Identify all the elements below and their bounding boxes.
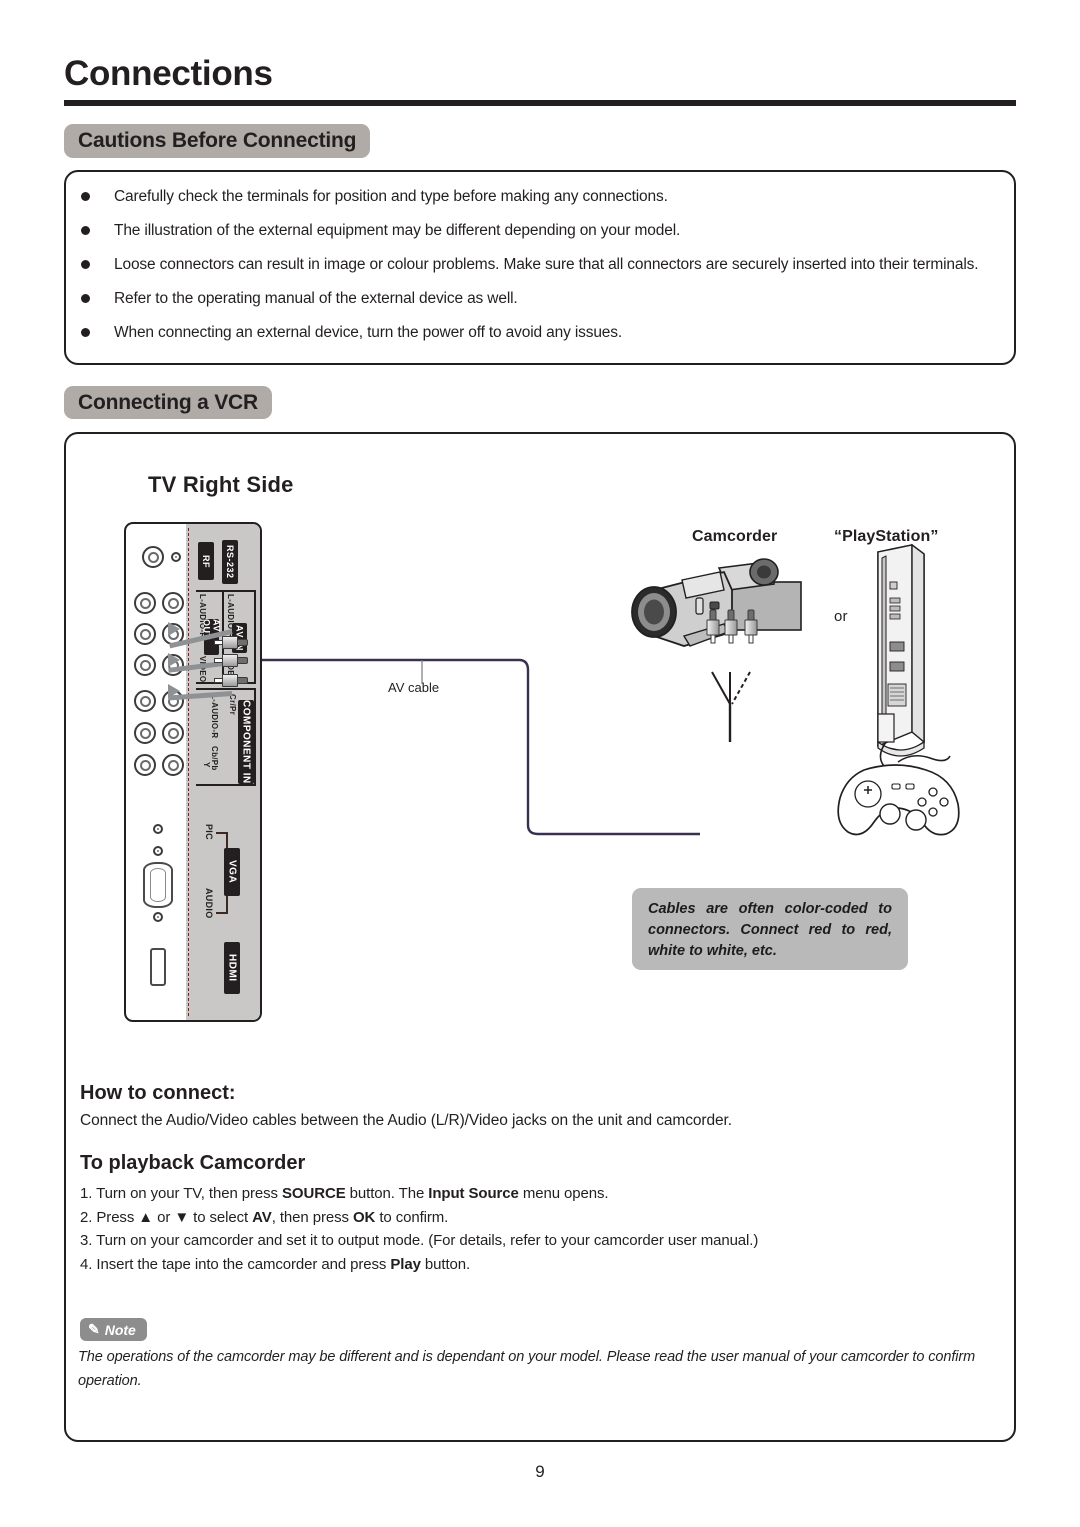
port-label-component-cb: Cb/Pb [210, 746, 219, 771]
step-text: to confirm. [375, 1208, 449, 1226]
step-emphasis: Input Source [428, 1185, 519, 1202]
step-number: 3. [80, 1232, 97, 1249]
section-heading-cautions: Cautions Before Connecting [64, 124, 371, 158]
playback-steps-list: 1. Turn on your TV, then press SOURCE bu… [80, 1182, 990, 1276]
jack-antenna-rf [142, 546, 164, 568]
cautions-bullet-list: Carefully check the terminals for positi… [74, 184, 1004, 354]
bullet-text: Refer to the operating manual of the ext… [114, 290, 518, 307]
step-number: 1. [80, 1185, 97, 1202]
port-label-component-in: COMPONENT IN [238, 700, 254, 784]
camcorder-label: Camcorder [692, 528, 778, 545]
list-item: Loose connectors can result in image or … [74, 252, 1004, 277]
step-text: Turn on your camcorder and set it to out… [96, 1232, 759, 1249]
how-to-connect-text: Connect the Audio/Video cables between t… [80, 1112, 732, 1129]
rca-plug-device-video [724, 609, 738, 644]
port-vga [143, 862, 173, 908]
arrow-head-audio-l-icon [168, 622, 180, 636]
manual-page: Connections Cautions Before Connecting C… [0, 0, 1080, 1527]
playback-step: 2. Press ▲ or ▼ to select AV, then press… [80, 1206, 990, 1230]
step-text: button. [420, 1255, 471, 1273]
rca-plug-device-audio-l [706, 609, 720, 644]
rca-plug-audio-l [214, 636, 248, 649]
step-emphasis: Play [390, 1255, 421, 1273]
bullet-text: Carefully check the terminals for positi… [114, 188, 668, 205]
rca-plug-video [214, 674, 248, 687]
port-label-component-audio: L-AUDIO-R [210, 694, 219, 739]
port-label-hdmi: HDMI [224, 942, 240, 994]
panel-divider-dashed [188, 528, 189, 1016]
port-label-component-cr: Cr/Pr [228, 694, 237, 716]
note-text: The operations of the camcorder may be d… [78, 1349, 976, 1389]
port-label-vga-audio: AUDIO [204, 888, 214, 919]
port-label-av-out-video: VIDEO [198, 656, 207, 683]
pencil-icon: ✎ [88, 1321, 100, 1337]
to-playback-camcorder-heading: To playback Camcorder [80, 1152, 306, 1174]
playback-step: 4. Insert the tape into the camcorder an… [80, 1253, 990, 1277]
how-to-connect-heading: How to connect: [80, 1082, 236, 1104]
jack-av-out-video [134, 654, 156, 676]
arrow-head-video-icon [168, 684, 180, 698]
rca-plug-audio-r [214, 654, 248, 667]
title-underline [64, 100, 1016, 106]
port-label-rf: RF [198, 542, 214, 580]
av-cable-label: AV cable [388, 680, 440, 695]
bullet-text: When connecting an external device, turn… [114, 324, 623, 341]
jack-av-in-audio-l [162, 592, 184, 614]
jack-component-audio-l [134, 690, 156, 712]
section-heading-connecting-vcr: Connecting a VCR [64, 386, 272, 419]
bullet-dot-icon [81, 328, 90, 337]
step-text: Turn on your TV, then press [96, 1185, 283, 1202]
bullet-dot-icon [81, 260, 90, 269]
list-item: When connecting an external device, turn… [74, 320, 1004, 345]
jack-vga-audio [153, 824, 163, 834]
page-title: Connections [64, 54, 273, 93]
bullet-text: Loose connectors can result in image or … [114, 256, 979, 273]
jack-component-y [134, 754, 156, 776]
list-item: The illustration of the external equipme… [74, 218, 1004, 243]
step-number: 4. [80, 1255, 97, 1273]
step-text: button. The [345, 1185, 429, 1202]
port-label-vga-pic: PIC [204, 824, 214, 840]
playback-step: 3. Turn on your camcorder and set it to … [80, 1229, 990, 1253]
step-number: 2. [80, 1208, 97, 1226]
port-hdmi [150, 948, 166, 986]
list-item: Refer to the operating manual of the ext… [74, 286, 1004, 311]
jack-av-out-audio-r [134, 623, 156, 645]
page-number: 9 [535, 1462, 545, 1481]
note-badge-label: Note [104, 1321, 136, 1338]
bullet-dot-icon [81, 192, 90, 201]
bullet-dot-icon [81, 294, 90, 303]
arrow-head-audio-r-icon [168, 653, 180, 667]
step-text: Press ▲ or ▼ to select [96, 1208, 253, 1226]
rca-plug-device-audio-r [744, 609, 758, 644]
step-emphasis: AV [252, 1208, 272, 1226]
color-coded-cables-tip: Cables are often color-coded to connecto… [632, 888, 908, 970]
jack-av-out-audio-l [134, 592, 156, 614]
list-item: Carefully check the terminals for positi… [74, 184, 1004, 209]
step-text: , then press [271, 1208, 353, 1226]
or-label: or [834, 608, 848, 625]
step-text: menu opens. [518, 1185, 609, 1202]
step-emphasis: SOURCE [282, 1185, 346, 1202]
port-label-rs232: RS-232 [222, 540, 238, 584]
step-text: Insert the tape into the camcorder and p… [96, 1255, 391, 1273]
jack-component-extra [162, 754, 184, 776]
jack-vga-screw-bottom [153, 912, 163, 922]
jack-vga-screw-top [153, 846, 163, 856]
connection-diagram: RF RS-232 L-AUDIO-R AV OUT VIDEO L-AUDIO… [64, 432, 1016, 1052]
port-label-component-y: Y [202, 762, 211, 768]
bullet-dot-icon [81, 226, 90, 235]
gamepad-illustration [837, 754, 960, 836]
port-label-vga: VGA [224, 848, 240, 896]
note-badge: ✎ Note [80, 1318, 147, 1341]
jack-rs232 [171, 552, 181, 562]
playback-step: 1. Turn on your TV, then press SOURCE bu… [80, 1182, 990, 1206]
jack-component-cr [162, 722, 184, 744]
jack-component-cb [134, 722, 156, 744]
bullet-text: The illustration of the external equipme… [114, 222, 681, 239]
tv-side-panel: RF RS-232 L-AUDIO-R AV OUT VIDEO L-AUDIO… [124, 522, 262, 1022]
step-emphasis: OK [352, 1208, 376, 1226]
